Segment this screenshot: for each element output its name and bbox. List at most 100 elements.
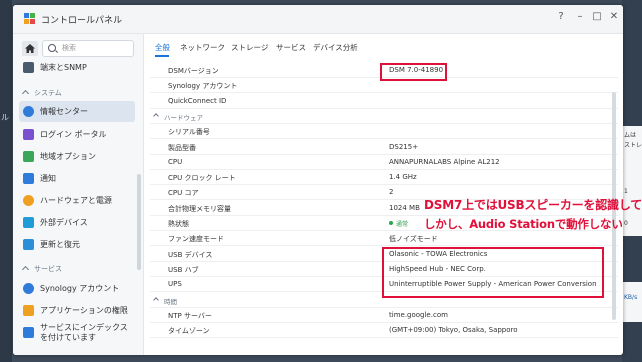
row-key: USB デバイス [168, 251, 213, 259]
sidebar-item-label: 地域オプション [40, 152, 96, 161]
dsm-version-highlight [380, 63, 447, 81]
home-icon [25, 44, 35, 53]
external-device-icon [23, 217, 34, 228]
tab-device-analytics[interactable]: デバイス分析 [313, 42, 358, 53]
sidebar-item-label: 通知 [40, 174, 56, 183]
sidebar-item[interactable]: ログイン ポータル [19, 124, 135, 145]
row-value: ANNAPURNALABS Alpine AL212 [389, 158, 500, 166]
background-window-fragment: ムは ストレ 1 0 [622, 126, 642, 236]
portal-icon [23, 129, 34, 140]
row-key: CPU コア [168, 189, 199, 197]
help-button[interactable]: ? [554, 11, 568, 22]
table-row: QuickConnect ID [150, 93, 618, 109]
annotation-line-1: DSM7上ではUSBスピーカーを認識してる。 [424, 198, 642, 212]
row-key: 合計物理メモリ容量 [168, 205, 231, 213]
sidebar-item-label: 更新と復元 [40, 240, 80, 249]
tab-services[interactable]: サービス [276, 42, 306, 53]
row-key: NTP サーバー [168, 312, 212, 320]
sidebar-item[interactable]: 通知 [19, 168, 135, 189]
sidebar-item-label: ログイン ポータル [40, 130, 107, 139]
sidebar: 端末とSNMP システム情報センターログイン ポータル地域オプション通知ハードウェ… [13, 34, 144, 355]
chevron-up-icon [153, 113, 159, 119]
update-icon [23, 239, 34, 250]
account-icon [23, 283, 34, 294]
row-key: タイムゾーン [168, 327, 210, 335]
table-section-header[interactable]: ハードウェア [150, 108, 618, 124]
usb-devices-highlight [382, 247, 604, 298]
control-panel-window: コントロールパネル ? – □ ✕ 端末とSNMP システム情報センターログイン … [13, 5, 623, 355]
sidebar-item[interactable]: 情報センター [19, 101, 135, 122]
sidebar-item[interactable]: 外部デバイス [19, 212, 135, 233]
status-text: 通常 [396, 221, 409, 228]
desktop-left-edge: ル [0, 0, 12, 362]
info-icon [23, 106, 34, 117]
row-key: 熱状態 [168, 220, 189, 228]
search-icon [48, 44, 56, 52]
search-box[interactable] [42, 40, 134, 57]
table-row: シリアル番号 [150, 123, 618, 139]
table-row: タイムゾーン (GMT+09:00) Tokyo, Osaka, Sapporo [150, 322, 618, 338]
row-key: 製品型番 [168, 144, 196, 152]
sidebar-item[interactable]: 地域オプション [19, 146, 135, 167]
sidebar-item[interactable]: 端末とSNMP [19, 57, 135, 78]
title-bar[interactable]: コントロールパネル ? – □ ✕ [13, 5, 623, 34]
background-text-fragment: ル [1, 113, 9, 122]
row-key: CPU [168, 158, 183, 166]
table-row: ファン速度モード 低ノイズモード [150, 230, 618, 246]
tab-general[interactable]: 全般 [155, 42, 170, 53]
terminal-icon [23, 62, 34, 73]
row-value: 通常 [389, 219, 408, 228]
index-icon [23, 327, 34, 338]
sidebar-item-label: Synology アカウント [40, 284, 120, 293]
row-key: USB ハブ [168, 266, 199, 274]
tab-network[interactable]: ネットワーク [180, 42, 225, 53]
chevron-up-icon [21, 89, 30, 98]
sidebar-item-label: アプリケーションの権限 [40, 306, 128, 315]
desktop-right-edge: ムは ストレ 1 0 KB/s [622, 0, 642, 362]
row-key: DSMバージョン [168, 67, 219, 75]
minimize-button[interactable]: – [573, 11, 587, 22]
sidebar-item-label: 端末とSNMP [40, 63, 87, 72]
section-label: 時間 [164, 298, 177, 306]
sidebar-item[interactable]: ハードウェアと電源 [19, 190, 135, 211]
row-value: 1.4 GHz [389, 173, 417, 181]
chevron-up-icon [153, 297, 159, 303]
row-key: ファン速度モード [168, 235, 224, 243]
sidebar-section-header[interactable]: システム [21, 88, 62, 98]
row-value: DS215+ [389, 143, 419, 151]
power-icon [23, 195, 34, 206]
region-icon [23, 151, 34, 162]
lock-icon [23, 305, 34, 316]
row-value: time.google.com [389, 311, 448, 319]
window-title: コントロールパネル [41, 16, 123, 26]
status-dot-icon [389, 221, 393, 225]
sidebar-item-label: サービスにインデックスを付けています [40, 323, 128, 342]
active-tab-indicator [155, 55, 169, 57]
table-row: NTP サーバー time.google.com [150, 307, 618, 323]
row-key: CPU クロック レート [168, 174, 236, 182]
close-button[interactable]: ✕ [607, 11, 621, 22]
row-key: Synology アカウント [168, 82, 238, 90]
sidebar-item[interactable]: アプリケーションの権限 [19, 300, 135, 321]
home-button[interactable] [22, 41, 38, 56]
control-panel-app-icon [24, 13, 36, 25]
table-row: CPU ANNAPURNALABS Alpine AL212 [150, 154, 618, 170]
row-value: 1024 MB [389, 204, 420, 212]
sidebar-scrollbar[interactable] [137, 174, 141, 270]
maximize-button[interactable]: □ [590, 11, 604, 22]
search-input[interactable] [62, 42, 128, 54]
tab-storage[interactable]: ストレージ [231, 42, 268, 53]
table-row: CPU クロック レート 1.4 GHz [150, 169, 618, 185]
sidebar-item[interactable]: 更新と復元 [19, 234, 135, 255]
sidebar-section-label: サービス [34, 265, 62, 273]
sidebar-item-label: 情報センター [40, 107, 88, 116]
notification-icon [23, 173, 34, 184]
sidebar-item[interactable]: Synology アカウント [19, 278, 135, 299]
row-key: シリアル番号 [168, 128, 210, 136]
row-value: 2 [389, 188, 394, 196]
sidebar-item-label: 外部デバイス [40, 218, 88, 227]
sidebar-item[interactable]: サービスにインデックスを付けています [19, 322, 135, 343]
annotation-line-2: しかし、Audio Stationで動作しない [424, 217, 623, 231]
sidebar-section-label: システム [34, 89, 62, 97]
sidebar-section-header[interactable]: サービス [21, 264, 62, 274]
